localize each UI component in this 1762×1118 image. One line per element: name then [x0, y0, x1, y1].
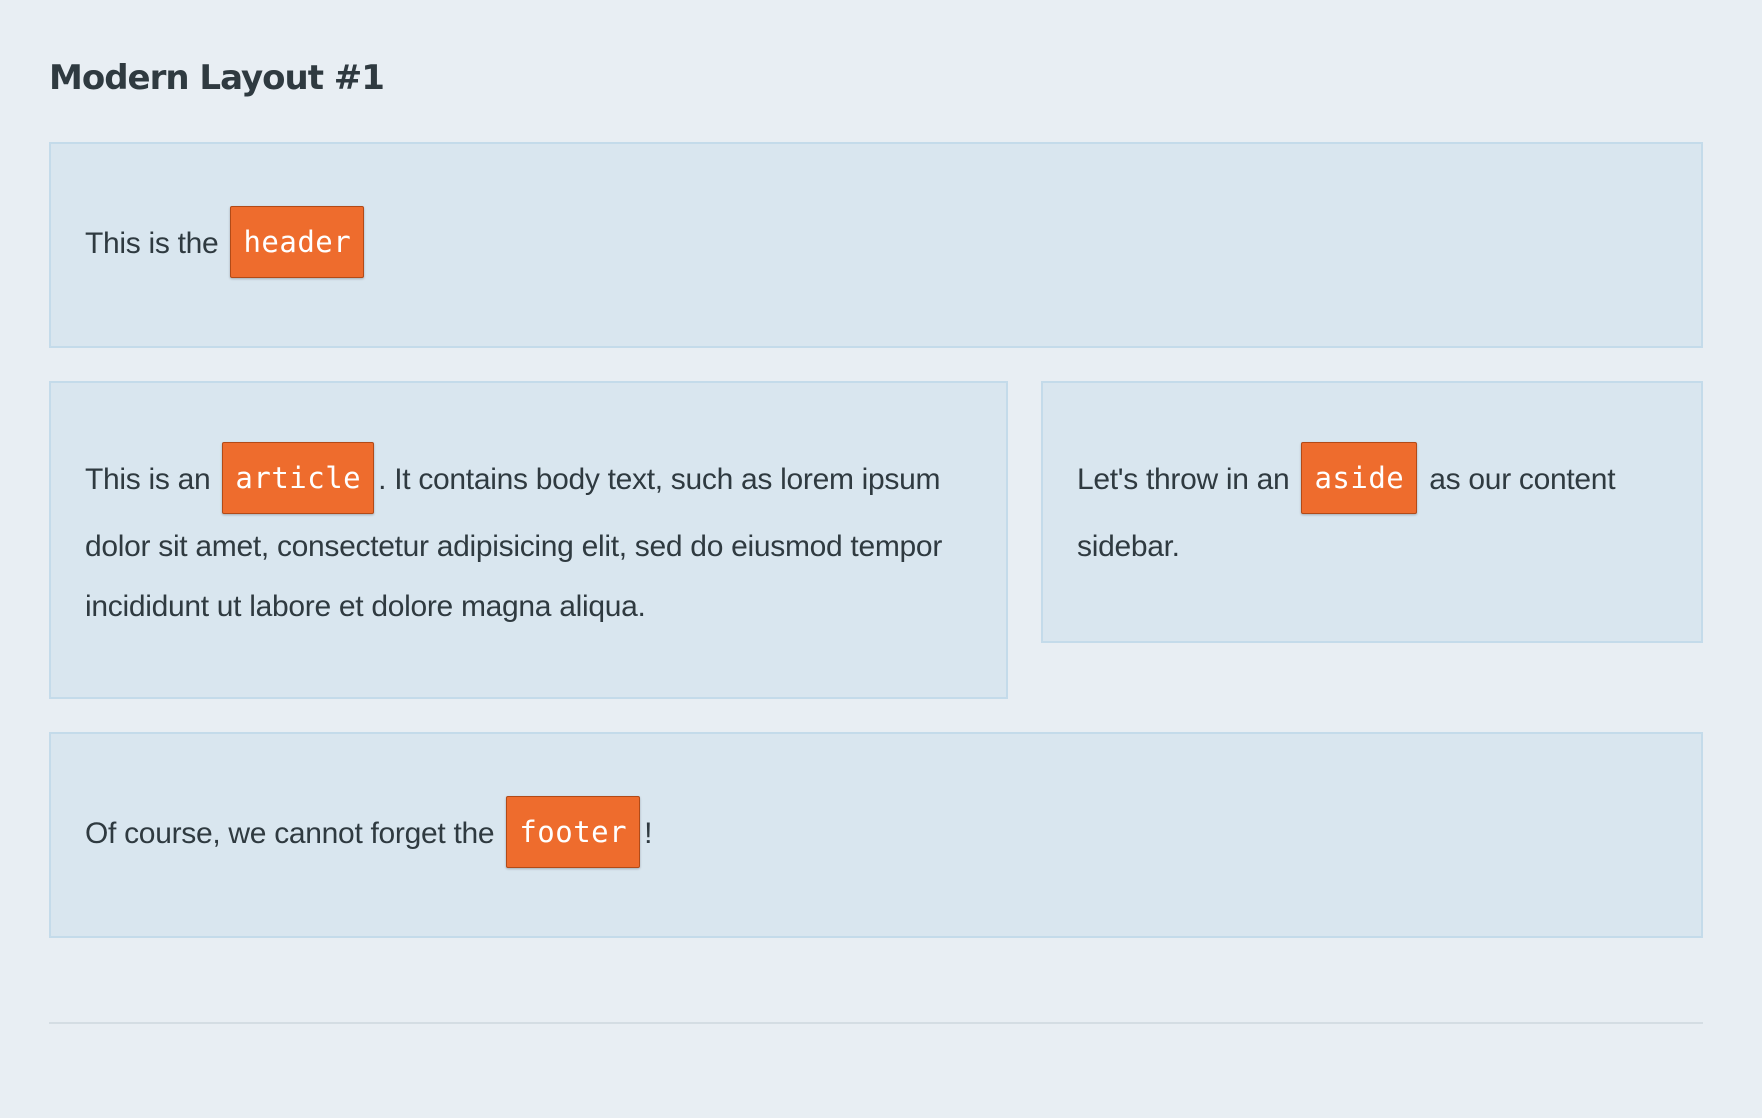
footer-text-after: !	[644, 816, 653, 850]
horizontal-divider	[49, 1022, 1703, 1024]
page-title: Modern Layout #1	[49, 58, 385, 98]
header-text-before: This is the	[85, 226, 227, 260]
aside-text-before: Let's throw in an	[1077, 462, 1298, 496]
aside-section: Let's throw in an aside as our content s…	[1041, 381, 1703, 643]
article-text-before: This is an	[85, 462, 219, 496]
article-tag-badge: article	[222, 442, 375, 514]
footer-text: Of course, we cannot forget the footer!	[85, 796, 653, 871]
article-text: This is an article. It contains body tex…	[85, 442, 972, 637]
footer-section: Of course, we cannot forget the footer!	[49, 732, 1703, 938]
aside-text: Let's throw in an aside as our content s…	[1077, 442, 1667, 577]
header-text: This is the header	[85, 206, 368, 281]
footer-tag-badge: footer	[506, 796, 641, 868]
footer-text-before: Of course, we cannot forget the	[85, 816, 503, 850]
header-tag-badge: header	[230, 206, 365, 278]
aside-tag-badge: aside	[1301, 442, 1418, 514]
header-section: This is the header	[49, 142, 1703, 348]
article-section: This is an article. It contains body tex…	[49, 381, 1008, 699]
